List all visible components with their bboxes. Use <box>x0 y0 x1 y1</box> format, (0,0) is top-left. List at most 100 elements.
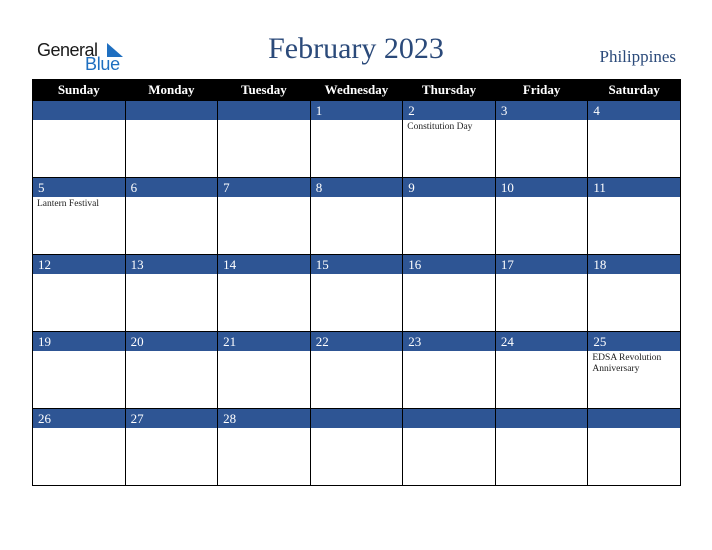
day-number: 19 <box>33 332 125 351</box>
day-cell[interactable]: 15 <box>309 254 404 332</box>
day-cell[interactable]: 19 <box>32 331 126 409</box>
holiday-event <box>403 197 495 199</box>
weekday-header: Saturday <box>587 79 681 101</box>
holiday-event <box>496 197 588 199</box>
day-number: 27 <box>125 409 218 428</box>
day-number: 4 <box>588 101 680 120</box>
week-row: 5 Lantern Festival 6 7 8 9 10 11 <box>32 177 681 255</box>
day-number: 14 <box>218 255 310 274</box>
day-cell[interactable]: 11 <box>587 177 681 255</box>
day-cell[interactable]: 13 <box>124 254 219 332</box>
day-number <box>495 409 588 428</box>
holiday-event <box>126 351 218 353</box>
holiday-event <box>403 428 495 430</box>
day-number: 17 <box>495 255 588 274</box>
day-number: 16 <box>403 255 495 274</box>
day-cell[interactable]: 2 Constitution Day <box>402 101 496 178</box>
day-number: 7 <box>218 178 310 197</box>
week-row: 1 2 Constitution Day 3 4 <box>32 101 681 178</box>
weekday-header: Tuesday <box>217 79 311 101</box>
holiday-event <box>588 274 680 276</box>
holiday-event <box>33 351 125 353</box>
week-row: 19 20 21 22 23 24 25 EDSA Revolution Anniversar… <box>32 331 681 409</box>
day-number <box>218 101 310 120</box>
weekday-header: Monday <box>124 79 219 101</box>
day-cell[interactable]: 6 <box>124 177 219 255</box>
day-number: 22 <box>310 332 403 351</box>
day-number: 15 <box>310 255 403 274</box>
weekday-header: Wednesday <box>309 79 404 101</box>
country-label: Philippines <box>599 47 676 66</box>
day-number: 11 <box>588 178 680 197</box>
day-number <box>588 409 680 428</box>
day-cell[interactable] <box>402 408 496 486</box>
day-cell[interactable]: 4 <box>587 101 681 178</box>
day-cell[interactable]: 9 <box>402 177 496 255</box>
day-number: 28 <box>218 409 310 428</box>
day-cell[interactable]: 8 <box>309 177 404 255</box>
weekday-header: Friday <box>494 79 589 101</box>
day-cell[interactable]: 26 <box>32 408 126 486</box>
holiday-event <box>496 428 588 430</box>
holiday-event <box>496 274 588 276</box>
holiday-event <box>126 428 218 430</box>
day-cell[interactable]: 25 EDSA Revolution Anniversary <box>587 331 681 409</box>
day-number: 10 <box>495 178 588 197</box>
day-cell[interactable] <box>217 101 311 178</box>
day-cell[interactable]: 27 <box>124 408 219 486</box>
holiday-event <box>403 274 495 276</box>
holiday-event <box>126 197 218 199</box>
holiday-event <box>33 428 125 430</box>
day-number: 9 <box>403 178 495 197</box>
day-number: 25 <box>588 332 680 351</box>
day-cell[interactable]: 3 <box>494 101 589 178</box>
day-cell[interactable]: 1 <box>309 101 404 178</box>
day-cell[interactable] <box>32 101 126 178</box>
day-number <box>33 101 125 120</box>
holiday-event <box>311 197 403 199</box>
day-cell[interactable]: 10 <box>494 177 589 255</box>
day-cell[interactable]: 28 <box>217 408 311 486</box>
day-cell[interactable]: 12 <box>32 254 126 332</box>
day-number: 13 <box>125 255 218 274</box>
day-number: 6 <box>125 178 218 197</box>
day-cell[interactable]: 5 Lantern Festival <box>32 177 126 255</box>
holiday-event <box>218 197 310 199</box>
day-cell[interactable] <box>494 408 589 486</box>
holiday-event <box>588 197 680 199</box>
day-number <box>125 101 218 120</box>
holiday-event <box>218 120 310 122</box>
day-cell[interactable] <box>309 408 404 486</box>
day-cell[interactable]: 7 <box>217 177 311 255</box>
day-cell[interactable]: 17 <box>494 254 589 332</box>
day-number: 24 <box>495 332 588 351</box>
holiday-event: Lantern Festival <box>37 199 99 209</box>
day-cell[interactable]: 18 <box>587 254 681 332</box>
weekday-header: Sunday <box>32 79 126 101</box>
day-number <box>403 409 495 428</box>
day-cell[interactable] <box>124 101 219 178</box>
day-cell[interactable]: 24 <box>494 331 589 409</box>
day-cell[interactable]: 16 <box>402 254 496 332</box>
day-cell[interactable]: 14 <box>217 254 311 332</box>
weekday-header-row: Sunday Monday Tuesday Wednesday Thursday… <box>32 79 681 101</box>
calendar-grid: Sunday Monday Tuesday Wednesday Thursday… <box>32 79 681 486</box>
holiday-event <box>311 274 403 276</box>
day-cell[interactable]: 21 <box>217 331 311 409</box>
day-number: 1 <box>310 101 403 120</box>
day-number: 20 <box>125 332 218 351</box>
holiday-event <box>496 351 588 353</box>
holiday-event <box>218 274 310 276</box>
holiday-event: EDSA Revolution Anniversary <box>592 353 662 374</box>
day-number: 18 <box>588 255 680 274</box>
holiday-event <box>588 120 680 122</box>
day-cell[interactable] <box>587 408 681 486</box>
day-number: 3 <box>495 101 588 120</box>
day-number: 8 <box>310 178 403 197</box>
week-row: 12 13 14 15 16 17 18 <box>32 254 681 332</box>
day-cell[interactable]: 22 <box>309 331 404 409</box>
holiday-event <box>496 120 588 122</box>
day-cell[interactable]: 23 <box>402 331 496 409</box>
holiday-event <box>311 351 403 353</box>
day-cell[interactable]: 20 <box>124 331 219 409</box>
